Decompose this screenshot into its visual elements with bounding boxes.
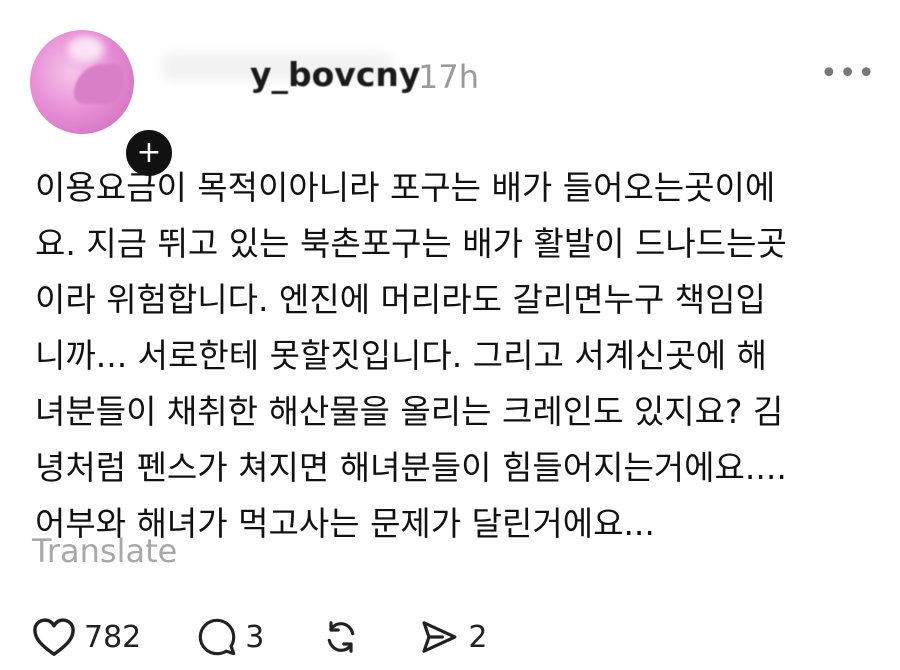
heart-icon <box>32 617 76 657</box>
avatar[interactable] <box>30 30 134 134</box>
comment-count: 3 <box>245 619 265 655</box>
post-body-line: 녕처럼 펜스가 쳐지면 해녀분들이 힘들어지는거에요.... <box>35 448 787 487</box>
share-count: 2 <box>468 619 488 655</box>
action-bar: 782 3 2 <box>32 612 543 662</box>
comment-button[interactable]: 3 <box>197 617 264 657</box>
share-button[interactable]: 2 <box>418 617 487 657</box>
post-body-line: 요. 지금 뛰고 있는 북촌포구는 배가 활발이 드나드는곳 <box>35 224 787 263</box>
avatar-figure <box>74 64 124 104</box>
like-button[interactable]: 782 <box>32 617 141 657</box>
translate-link[interactable]: Translate <box>32 532 177 570</box>
like-count: 782 <box>84 619 142 655</box>
post-timestamp: 17h <box>418 58 479 96</box>
send-icon <box>418 617 460 657</box>
username-text: y_bovcny <box>250 55 421 94</box>
comment-icon <box>197 617 237 657</box>
post-body-line: 녀분들이 채취한 해산물을 올리는 크레인도 있지요? 김 <box>35 392 784 431</box>
avatar-container[interactable]: + <box>30 30 176 180</box>
username[interactable]: y_bovcny <box>162 53 421 94</box>
post-body-line: 이라 위험합니다. 엔진에 머리라도 갈리면누구 책임입 <box>35 280 766 319</box>
repost-button[interactable] <box>320 617 362 657</box>
post-body-line: 이용요금이 목적이아니라 포구는 배가 들어오는곳이에 <box>35 168 776 207</box>
repost-icon <box>320 617 362 657</box>
post-body: 이용요금이 목적이아니라 포구는 배가 들어오는곳이에 요. 지금 뛰고 있는 … <box>35 160 870 552</box>
post-body-line: 니까... 서로한테 못할짓입니다. 그리고 서계신곳에 해 <box>35 336 767 375</box>
avatar-blurred-face <box>68 36 104 62</box>
thread-post: + y_bovcny 17h ••• 이용요금이 목적이아니라 포구는 배가 들… <box>0 0 900 670</box>
more-options-icon[interactable]: ••• <box>820 56 876 91</box>
